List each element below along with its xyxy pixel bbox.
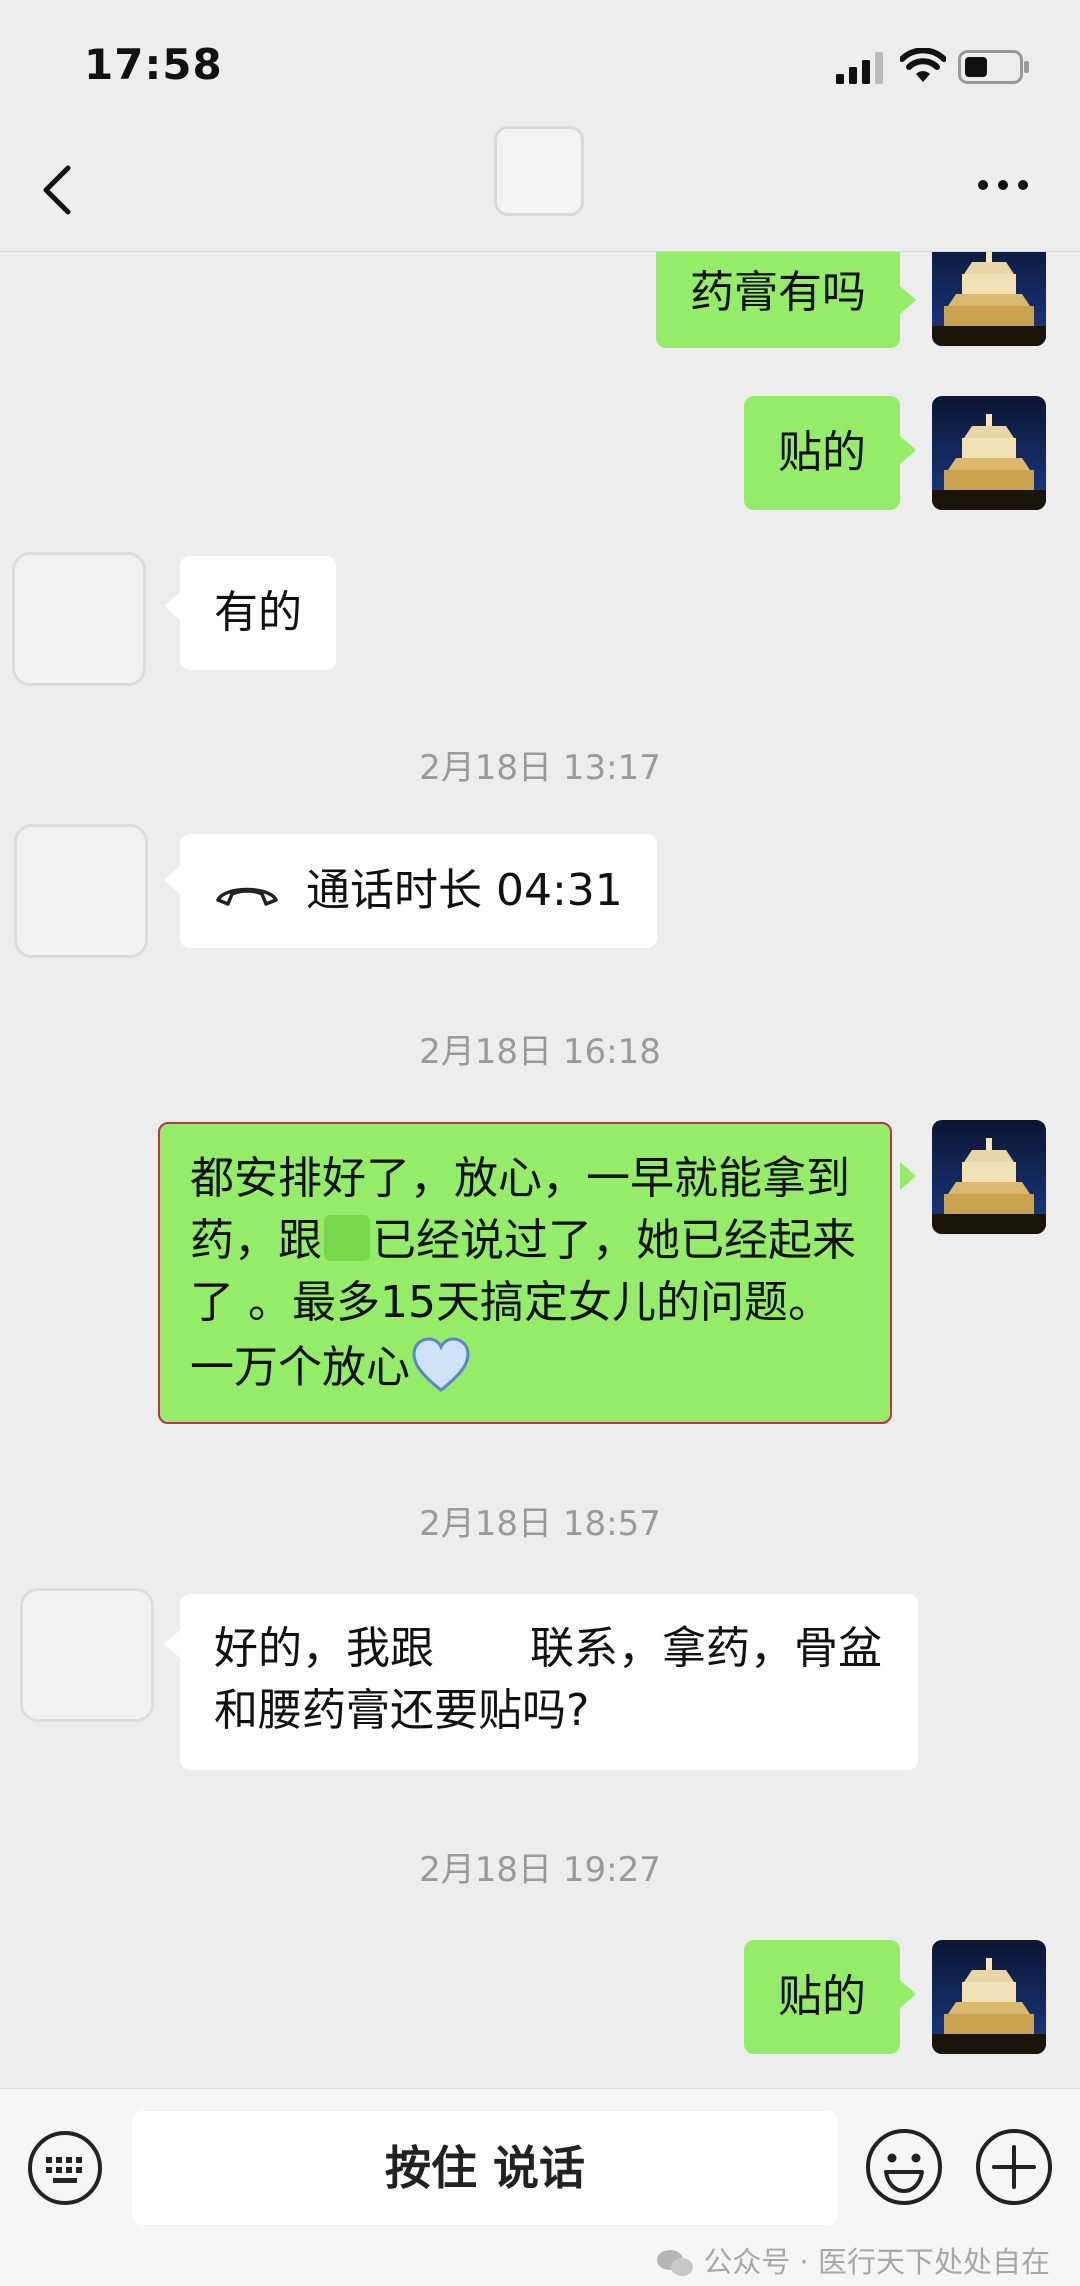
- wechat-logo-icon: [657, 2250, 694, 2276]
- message-bubble-self[interactable]: 都安排好了，放心，一早就能拿到药，跟 已经说过了，她已经起来了 。最多15天搞定女…: [158, 1122, 892, 1424]
- bubble-tail: [164, 1630, 180, 1658]
- bubble-tail: [164, 592, 180, 620]
- message-timestamp: 2月18日 16:18: [419, 1032, 661, 1072]
- message-row: 药膏有吗: [0, 252, 1080, 362]
- self-avatar[interactable]: [932, 396, 1046, 510]
- message-list[interactable]: 药膏有吗 贴的 有的 2月18日 13:17 通话时长 04:31 2月18日 …: [0, 252, 1080, 2088]
- call-record-bubble[interactable]: 通话时长 04:31: [180, 834, 657, 948]
- message-text: 药膏有吗: [690, 267, 866, 318]
- message-timestamp: 2月18日 19:27: [419, 1850, 661, 1890]
- self-avatar[interactable]: [932, 1940, 1046, 2054]
- message-bubble-other[interactable]: 好的，我跟 联系，拿药，骨盆和腰药膏还要贴吗?: [180, 1594, 918, 1770]
- hold-to-talk-button[interactable]: 按住 说话: [132, 2111, 838, 2225]
- message-text: 贴的: [778, 427, 866, 478]
- message-bubble-self[interactable]: 贴的: [744, 1940, 900, 2054]
- message-bubble-self[interactable]: 贴的: [744, 396, 900, 510]
- temple-night-image: [932, 1120, 1046, 1234]
- contact-avatar[interactable]: [12, 552, 146, 686]
- contact-avatar[interactable]: [14, 824, 148, 958]
- watermark: 公众号 · 医行天下处处自在: [655, 2239, 1050, 2281]
- contact-avatar[interactable]: [494, 126, 584, 216]
- phone-hangup-icon: [216, 887, 278, 906]
- bubble-tail: [900, 286, 916, 314]
- message-row: 贴的: [0, 396, 1080, 510]
- bubble-tail: [900, 1980, 916, 2008]
- bubble-tail: [164, 866, 180, 894]
- message-row: 有的: [0, 552, 1080, 692]
- message-text: 贴的: [778, 1971, 866, 2022]
- call-duration-text: 通话时长 04:31: [306, 865, 623, 916]
- more-options-icon[interactable]: [976, 170, 1030, 200]
- status-time: 17:58: [84, 40, 223, 89]
- heart-emoji-icon: [412, 1337, 470, 1392]
- message-row: 都安排好了，放心，一早就能拿到药，跟 已经说过了，她已经起来了 。最多15天搞定女…: [0, 1120, 1080, 1430]
- self-avatar[interactable]: [932, 1120, 1046, 1234]
- message-row: 贴的: [0, 1940, 1080, 2054]
- message-text: 有的: [214, 587, 302, 638]
- message-text-part: 好的，我跟: [214, 1623, 434, 1674]
- bubble-tail: [900, 1162, 916, 1190]
- chat-header: [0, 120, 1080, 252]
- back-arrow-icon[interactable]: [36, 160, 80, 220]
- temple-night-image: [932, 252, 1046, 346]
- temple-night-image: [932, 396, 1046, 510]
- cellular-signal-icon: [836, 52, 883, 84]
- message-row: 好的，我跟 联系，拿药，骨盆和腰药膏还要贴吗?: [0, 1588, 1080, 1770]
- message-row: 通话时长 04:31: [0, 824, 1080, 964]
- watermark-text: 公众号 · 医行天下处处自在: [703, 2245, 1050, 2279]
- message-bubble-other[interactable]: 有的: [180, 556, 336, 670]
- message-timestamp: 2月18日 13:17: [419, 748, 661, 788]
- message-bubble-self[interactable]: 药膏有吗: [656, 252, 900, 348]
- emoji-icon[interactable]: [864, 2127, 944, 2207]
- contact-avatar[interactable]: [20, 1588, 154, 1722]
- input-bar: 按住 说话 公众号 · 医行天下处处自在: [0, 2088, 1080, 2286]
- battery-icon: [958, 50, 1029, 84]
- message-timestamp: 2月18日 18:57: [419, 1504, 661, 1544]
- temple-night-image: [932, 1940, 1046, 2054]
- wifi-icon: [900, 48, 946, 82]
- status-bar: 17:58: [0, 0, 1080, 130]
- keyboard-icon[interactable]: [26, 2129, 104, 2207]
- redaction-block: [324, 1215, 370, 1261]
- plus-icon[interactable]: [974, 2127, 1054, 2207]
- self-avatar[interactable]: [932, 252, 1046, 346]
- bubble-tail: [900, 436, 916, 464]
